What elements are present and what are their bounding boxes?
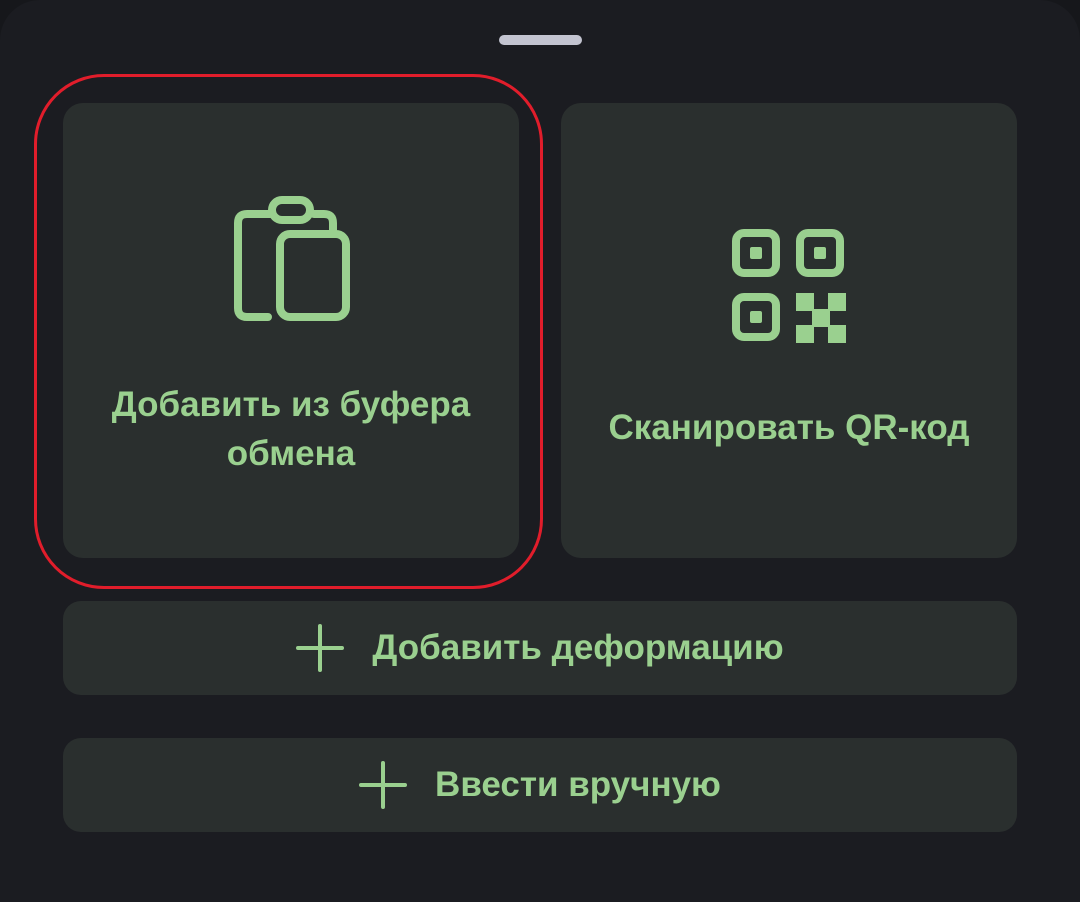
paste-from-clipboard-label: Добавить из буфера обмена	[111, 385, 471, 473]
qr-code-icon	[732, 229, 846, 343]
manual-entry-button[interactable]: Ввести вручную	[63, 738, 1017, 832]
scan-qr-code-button[interactable]: Сканировать QR-код	[561, 103, 1017, 558]
manual-entry-label: Ввести вручную	[435, 765, 721, 804]
bottom-sheet: Добавить из буфера обмена Сканировать QR…	[0, 0, 1080, 902]
add-deformation-button[interactable]: Добавить деформацию	[63, 601, 1017, 695]
paste-from-clipboard-button[interactable]: Добавить из буфера обмена	[63, 103, 519, 558]
plus-icon	[296, 624, 345, 672]
clipboard-icon	[234, 196, 350, 321]
plus-icon	[359, 761, 408, 809]
add-deformation-label: Добавить деформацию	[372, 628, 784, 667]
drag-handle[interactable]	[499, 35, 582, 45]
scan-qr-code-label: Сканировать QR-код	[608, 408, 970, 447]
